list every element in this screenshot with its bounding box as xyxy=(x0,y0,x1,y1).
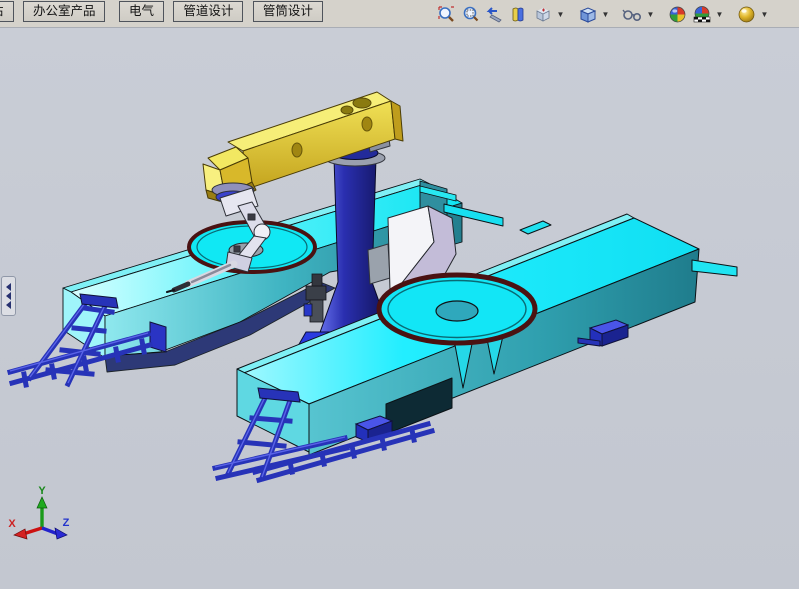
triad-y-label: Y xyxy=(38,485,46,497)
heads-up-view-toolbar: ▼ ▼ ▼ ▼ ▼ xyxy=(436,3,769,25)
tab-label: 估 xyxy=(0,4,4,18)
display-style-icon[interactable] xyxy=(577,4,598,25)
coordinate-triad: Y X Z xyxy=(8,485,69,539)
tab-label: 管道设计 xyxy=(183,4,233,18)
triad-x-label: X xyxy=(8,518,16,530)
hide-show-items-caret[interactable]: ▼ xyxy=(646,4,655,25)
chevron-left-icon xyxy=(6,292,11,300)
section-view-icon[interactable] xyxy=(508,4,529,25)
view-settings-icon[interactable] xyxy=(736,4,757,25)
tab-tubing-design[interactable]: 管筒设计 xyxy=(253,1,323,22)
view-orientation-icon[interactable] xyxy=(532,4,553,25)
commandmanager-tabs: 估 办公室产品 电气 管道设计 管筒设计 xyxy=(0,1,328,22)
tab-label: 电气 xyxy=(129,4,154,18)
edit-appearance-icon[interactable] xyxy=(667,4,688,25)
tab-label: 管筒设计 xyxy=(263,4,313,18)
3d-model-view[interactable]: Y X Z xyxy=(0,28,799,589)
beam-clamp-bracket[interactable] xyxy=(150,322,166,352)
collapsed-panel-splitter[interactable] xyxy=(1,276,16,316)
apply-scene-icon[interactable] xyxy=(691,4,712,25)
command-manager-toolbar: 估 办公室产品 电气 管道设计 管筒设计 ▼ ▼ ▼ xyxy=(0,0,799,28)
apply-scene-caret[interactable]: ▼ xyxy=(715,4,724,25)
triad-z-label: Z xyxy=(63,517,70,529)
gray-spacer-block[interactable] xyxy=(368,244,390,284)
tab-electrical[interactable]: 电气 xyxy=(119,1,164,22)
hide-show-items-icon[interactable] xyxy=(622,4,643,25)
view-orientation-caret[interactable]: ▼ xyxy=(556,4,565,25)
tab-evaluate-partial[interactable]: 估 xyxy=(0,1,14,22)
tab-label: 办公室产品 xyxy=(33,4,96,18)
tab-piping-design[interactable]: 管道设计 xyxy=(173,1,243,22)
zoom-to-fit-icon[interactable] xyxy=(436,4,457,25)
chevron-left-icon xyxy=(6,301,11,309)
view-settings-caret[interactable]: ▼ xyxy=(760,4,769,25)
previous-view-icon[interactable] xyxy=(484,4,505,25)
tab-office-products[interactable]: 办公室产品 xyxy=(23,1,106,22)
display-style-caret[interactable]: ▼ xyxy=(601,4,610,25)
graphics-area[interactable]: Y X Z xyxy=(0,28,799,589)
chevron-left-icon xyxy=(6,283,11,291)
zoom-to-area-icon[interactable] xyxy=(460,4,481,25)
